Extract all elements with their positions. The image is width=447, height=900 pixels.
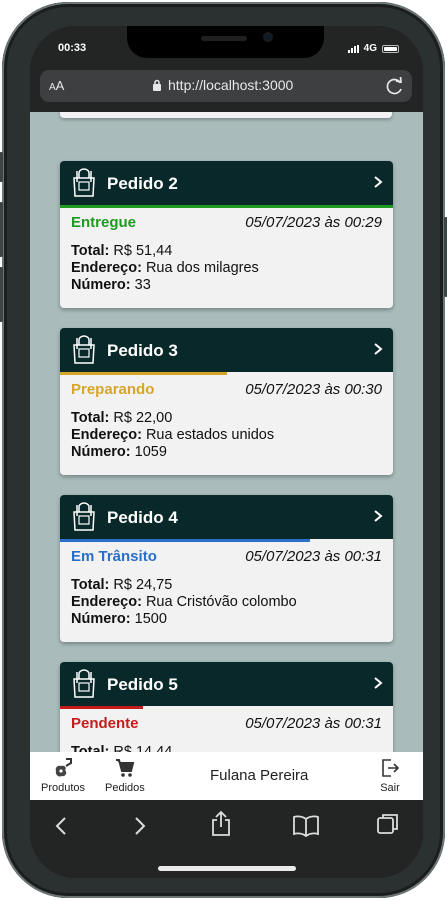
order-date: 05/07/2023 às 00:31 [245,548,382,565]
total-label: Total: [71,577,110,593]
shopping-bag-icon [73,502,95,531]
order-card[interactable]: Pedido 5 Pendente 05/07/2023 às 00:31 Total… [60,662,393,752]
order-date: 05/07/2023 às 00:30 [245,381,382,398]
tabs-icon[interactable] [376,812,400,836]
order-total: R$ 14,44 [113,744,173,752]
shopping-bag-icon [73,669,95,698]
address-bar[interactable]: AA http://localhost:3000 [40,70,412,102]
address-label: Endereço: [71,427,142,443]
mute-switch [0,152,3,182]
front-camera [263,32,273,42]
chevron-right-icon[interactable] [373,509,383,523]
chevron-right-icon[interactable] [373,175,383,189]
order-status: Em Trânsito [71,548,157,565]
order-title: Pedido 5 [107,675,178,694]
previous-order-card [60,112,392,118]
order-card-header[interactable]: Pedido 3 [60,328,393,372]
notch [127,26,324,58]
order-card-header[interactable]: Pedido 2 [60,161,393,205]
forward-icon[interactable] [132,814,148,838]
order-progress-bar [60,706,393,709]
shopping-bag-icon [73,335,95,364]
order-title: Pedido 3 [107,341,178,360]
order-details: Total: R$ 14,44Endereço: Rua das america… [60,732,393,752]
order-date: 05/07/2023 às 00:31 [245,715,382,732]
shopping-bag-icon [73,168,95,197]
total-label: Total: [71,243,110,259]
app-tab-bar: Produtos Pedidos Fulana Pereira Sair [30,752,423,800]
order-progress-bar [60,539,393,542]
battery-icon [382,44,399,53]
volume-up-button [0,202,3,257]
order-progress-bar [60,205,393,208]
logout-label: Sair [380,782,400,794]
order-status: Preparando [71,381,155,398]
address-label: Endereço: [71,594,142,610]
phone-frame: 00:33 4G AA http://localhost:3000 Pedido… [0,2,447,898]
home-indicator [158,866,296,871]
status-time: 00:33 [58,42,87,54]
orders-list[interactable]: Pedido 2 Entregue 05/07/2023 às 00:29 Total… [30,112,423,752]
order-status: Entregue [71,214,137,231]
chevron-right-icon[interactable] [373,342,383,356]
order-total: R$ 22,00 [113,410,173,426]
order-number: 1500 [134,611,167,627]
volume-down-button [0,267,3,322]
network-label: 4G [363,43,377,54]
cart-icon [115,759,135,777]
total-label: Total: [71,410,110,426]
order-address: Rua Cristóvão colombo [145,594,297,610]
order-details: Total: R$ 24,75 Endereço: Rua Cristóvão c… [60,565,393,628]
order-title: Pedido 2 [107,174,178,193]
order-card[interactable]: Pedido 2 Entregue 05/07/2023 às 00:29 Total… [60,161,393,308]
order-details: Total: R$ 22,00 Endereço: Rua estados uni… [60,398,393,461]
order-total: R$ 24,75 [113,577,173,593]
order-date: 05/07/2023 às 00:29 [245,214,382,231]
guitar-icon [55,758,73,777]
reload-icon[interactable] [385,75,405,97]
url-display[interactable]: http://localhost:3000 [152,77,293,93]
bookmarks-icon[interactable] [292,814,320,838]
number-label: Número: [71,611,131,627]
order-total: R$ 51,44 [113,243,173,259]
url-text: http://localhost:3000 [168,77,294,93]
order-address: Rua dos milagres [145,260,259,276]
tab-orders[interactable]: Pedidos [105,756,145,794]
status-indicators: 4G [347,43,399,54]
total-label: Total: [71,744,110,752]
order-title: Pedido 4 [107,508,178,527]
logout-button[interactable]: Sair [379,756,401,794]
order-progress-bar [60,372,393,375]
screen: 00:33 4G AA http://localhost:3000 Pedido… [30,26,423,878]
number-label: Número: [71,277,131,293]
back-icon[interactable] [53,814,69,838]
lock-icon [153,79,161,91]
chevron-right-icon[interactable] [373,676,383,690]
order-card-header[interactable]: Pedido 5 [60,662,393,706]
browser-address-area: AA http://localhost:3000 [30,66,423,112]
order-card[interactable]: Pedido 4 Em Trânsito 05/07/2023 às 00:31 To… [60,495,393,642]
user-name: Fulana Pereira [210,767,309,784]
order-status: Pendente [71,715,139,732]
order-address: Rua estados unidos [145,427,275,443]
order-card[interactable]: Pedido 3 Preparando 05/07/2023 às 00:30 Tot… [60,328,393,475]
signal-icon [347,44,359,53]
text-size-button[interactable]: AA [49,78,64,93]
number-label: Número: [71,444,131,460]
speaker [201,36,247,41]
order-card-header[interactable]: Pedido 4 [60,495,393,539]
address-label: Endereço: [71,260,142,276]
tab-orders-label: Pedidos [105,782,145,794]
share-icon[interactable] [209,810,233,838]
order-details: Total: R$ 51,44 Endereço: Rua dos milagre… [60,231,393,294]
tab-products-label: Produtos [41,782,86,794]
order-number: 1059 [134,444,167,460]
logout-icon [382,759,400,777]
order-number: 33 [134,277,151,293]
tab-products[interactable]: Produtos [41,756,85,794]
